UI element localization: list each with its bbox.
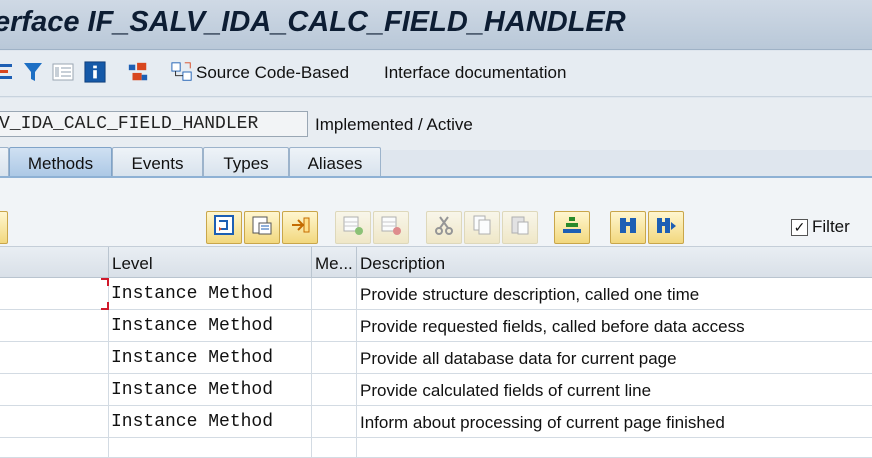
information-icon[interactable]: [84, 59, 106, 85]
description-cell[interactable]: Provide requested fields, called before …: [356, 310, 872, 342]
paste-icon: [509, 214, 531, 241]
table-row[interactable]: Instance Method Provide all database dat…: [0, 342, 872, 374]
sort-icon: [561, 214, 583, 241]
grid-toolbar-group-3: [426, 211, 538, 244]
window-title: erface IF_SALV_IDA_CALC_FIELD_HANDLER: [0, 6, 626, 38]
navigate-button[interactable]: [206, 211, 242, 244]
find-next-icon: [655, 214, 677, 241]
table-row[interactable]: Instance Method Provide requested fields…: [0, 310, 872, 342]
tab-strip: Methods Events Types Aliases: [0, 145, 872, 179]
cut-icon: [433, 214, 455, 241]
table-row[interactable]: Instance Method Inform about processing …: [0, 406, 872, 438]
insert-row-button[interactable]: [335, 211, 371, 244]
level-cell[interactable]: Instance Method: [108, 374, 311, 406]
level-cell[interactable]: Instance Method: [108, 310, 311, 342]
method-name-cell[interactable]: [0, 374, 108, 406]
delete-row-icon: [380, 214, 402, 241]
status-text: Implemented / Active: [315, 115, 473, 134]
display-change-button[interactable]: [244, 211, 280, 244]
sort-button[interactable]: [554, 211, 590, 244]
detail-button[interactable]: [282, 211, 318, 244]
method-type-cell[interactable]: [311, 374, 356, 406]
title-bar: erface IF_SALV_IDA_CALC_FIELD_HANDLER: [0, 0, 872, 50]
where-used-list-icon[interactable]: [0, 59, 14, 85]
interface-documentation-button[interactable]: Interface documentation: [384, 63, 566, 83]
tab-events[interactable]: Events: [112, 147, 203, 179]
source-code-based-icon[interactable]: [171, 59, 193, 85]
binoculars-icon: [617, 214, 639, 241]
method-name-cell[interactable]: [0, 406, 108, 438]
tab-methods[interactable]: Methods: [9, 147, 112, 179]
tab-types[interactable]: Types: [203, 147, 289, 179]
column-header-method-type[interactable]: Me...: [311, 247, 356, 278]
detail-icon: [289, 214, 311, 241]
table-row[interactable]: Instance Method Provide calculated field…: [0, 374, 872, 406]
insert-row-icon: [342, 214, 364, 241]
display-change-icon: [251, 214, 273, 241]
application-toolbar: Source Code-Based Interface documentatio…: [0, 51, 872, 97]
level-cell[interactable]: Instance Method: [108, 342, 311, 374]
tab-aliases[interactable]: Aliases: [289, 147, 381, 179]
grid-header: Level Me... Description: [0, 246, 872, 278]
method-type-cell[interactable]: [311, 438, 356, 458]
method-type-cell[interactable]: [311, 342, 356, 374]
find-next-button[interactable]: [648, 211, 684, 244]
description-cell[interactable]: [356, 438, 872, 458]
method-name-cell[interactable]: [0, 342, 108, 374]
column-header-description[interactable]: Description: [356, 247, 872, 278]
table-row[interactable]: Instance Method Provide structure descri…: [0, 278, 872, 310]
level-cell[interactable]: Instance Method: [108, 406, 311, 438]
paste-button[interactable]: [502, 211, 538, 244]
source-code-based-button[interactable]: Source Code-Based: [196, 63, 349, 83]
navigate-icon: [213, 214, 235, 241]
find-button[interactable]: [610, 211, 646, 244]
level-cell[interactable]: Instance Method: [108, 278, 311, 310]
method-name-cell[interactable]: [0, 310, 108, 342]
cell-focus-marker-top: [101, 278, 109, 286]
filter-icon[interactable]: [22, 59, 44, 85]
hierarchy-icon[interactable]: [127, 59, 149, 85]
method-name-cell[interactable]: [0, 278, 108, 310]
delete-row-button[interactable]: [373, 211, 409, 244]
grid-toolbar-group-5: [610, 211, 684, 244]
filter-label: Filter: [812, 217, 850, 236]
left-partial-toolbar: [0, 211, 8, 244]
method-type-cell[interactable]: [311, 278, 356, 310]
grid-toolbar-group-1: [206, 211, 318, 244]
interface-header: V_IDA_CALC_FIELD_HANDLER Implemented / A…: [0, 98, 872, 150]
copy-icon: [471, 214, 493, 241]
column-header-level[interactable]: Level: [108, 247, 311, 278]
copy-button[interactable]: [464, 211, 500, 244]
cell-focus-marker-bottom: [101, 302, 109, 310]
grid-toolbar-group-4: [554, 211, 590, 244]
description-cell[interactable]: Provide structure description, called on…: [356, 278, 872, 310]
method-type-cell[interactable]: [311, 406, 356, 438]
filter-checkbox[interactable]: ✓: [791, 218, 808, 236]
description-cell[interactable]: Provide calculated fields of current lin…: [356, 374, 872, 406]
method-type-cell[interactable]: [311, 310, 356, 342]
column-header-method[interactable]: [0, 247, 108, 278]
filter-toggle[interactable]: ✓ Filter: [791, 217, 850, 237]
partial-button[interactable]: [0, 211, 8, 244]
description-cell[interactable]: Provide all database data for current pa…: [356, 342, 872, 374]
tab-hidden-left[interactable]: [0, 147, 9, 179]
display-object-list-icon[interactable]: [52, 59, 74, 85]
description-cell[interactable]: Inform about processing of current page …: [356, 406, 872, 438]
cut-button[interactable]: [426, 211, 462, 244]
level-cell[interactable]: [108, 438, 311, 458]
grid-toolbar-group-2: [335, 211, 409, 244]
interface-name-field[interactable]: V_IDA_CALC_FIELD_HANDLER: [0, 111, 308, 137]
table-row-empty[interactable]: [0, 438, 872, 458]
